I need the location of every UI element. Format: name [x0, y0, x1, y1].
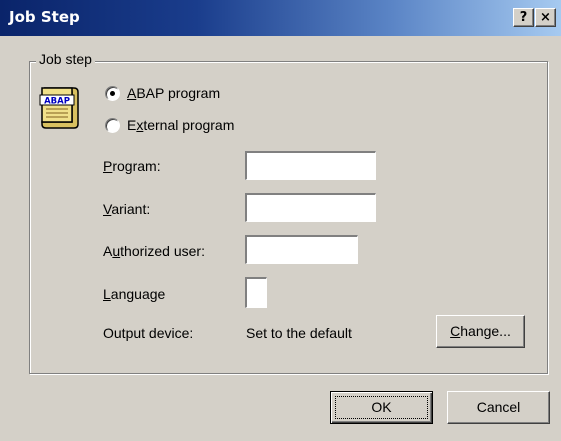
cancel-button[interactable]: Cancel — [447, 391, 550, 424]
authorized-user-field[interactable] — [245, 235, 358, 264]
title-bar[interactable]: Job Step ? × — [0, 0, 561, 36]
program-field[interactable] — [245, 151, 376, 180]
groupbox-label: Job step — [36, 51, 95, 67]
close-button[interactable]: × — [535, 8, 556, 27]
language-label: Language — [103, 286, 166, 302]
help-button[interactable]: ? — [513, 8, 534, 27]
language-field[interactable] — [245, 277, 267, 308]
variant-label: Variant: — [103, 201, 151, 217]
change-button[interactable]: Change... — [436, 315, 525, 348]
external-program-radio[interactable] — [105, 118, 120, 133]
abap-icon: ABAP — [39, 87, 79, 129]
output-device-value: Set to the default — [246, 325, 352, 341]
abap-program-label[interactable]: ABAP program — [127, 85, 220, 101]
variant-field[interactable] — [245, 193, 376, 222]
authorized-user-label: Authorized user: — [103, 243, 205, 259]
abap-program-radio[interactable] — [105, 86, 120, 101]
program-label: Program: — [103, 158, 161, 174]
abap-icon-label: ABAP — [44, 97, 70, 107]
window-title: Job Step — [9, 8, 80, 26]
program-input[interactable] — [247, 153, 375, 179]
ok-button[interactable]: OK — [330, 391, 433, 424]
output-device-label: Output device: — [103, 325, 194, 341]
variant-input[interactable] — [247, 195, 375, 221]
authorized-user-input[interactable] — [247, 237, 357, 263]
external-program-label[interactable]: External program — [127, 117, 234, 133]
language-input[interactable] — [247, 279, 266, 307]
